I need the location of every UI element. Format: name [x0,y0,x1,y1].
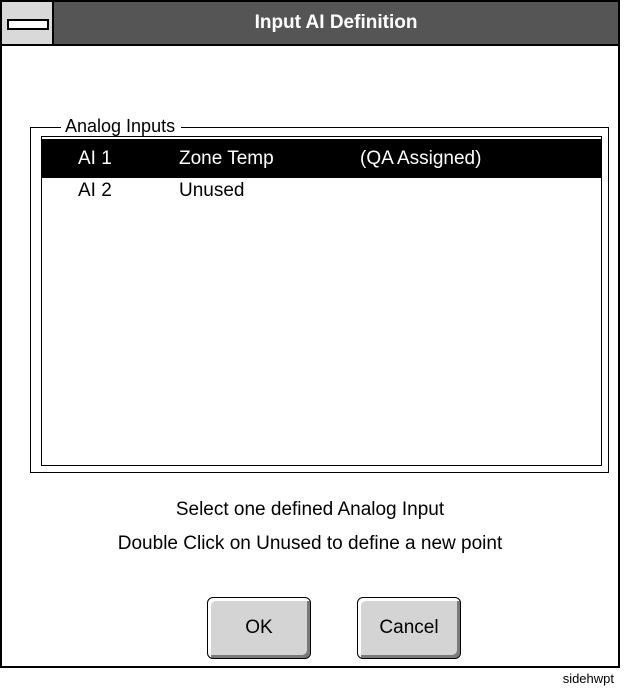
instruction-text-2: Double Click on Unused to define a new p… [117,533,503,554]
analog-inputs-group: Analog Inputs AI 1 Zone Temp (QA Assigne… [30,116,609,473]
list-item-name: Unused [179,180,245,201]
title-bar[interactable]: Input AI Definition [2,2,618,46]
system-menu-icon [7,19,49,30]
ok-button[interactable]: OK [207,597,311,659]
system-menu-button[interactable] [2,2,54,44]
window-title: Input AI Definition [254,12,418,33]
figure-footnote: sidehwpt [562,671,614,686]
cancel-button[interactable]: Cancel [357,597,461,659]
dialog-window: Input AI Definition Analog Inputs AI 1 Z… [0,0,620,668]
analog-inputs-list[interactable]: AI 1 Zone Temp (QA Assigned) AI 2 Unused [41,136,602,466]
list-item[interactable]: AI 2 Unused [42,171,601,210]
instruction-text-1: Select one defined Analog Input [175,499,445,520]
list-item-id: AI 2 [78,180,112,201]
group-label: Analog Inputs [61,116,182,136]
